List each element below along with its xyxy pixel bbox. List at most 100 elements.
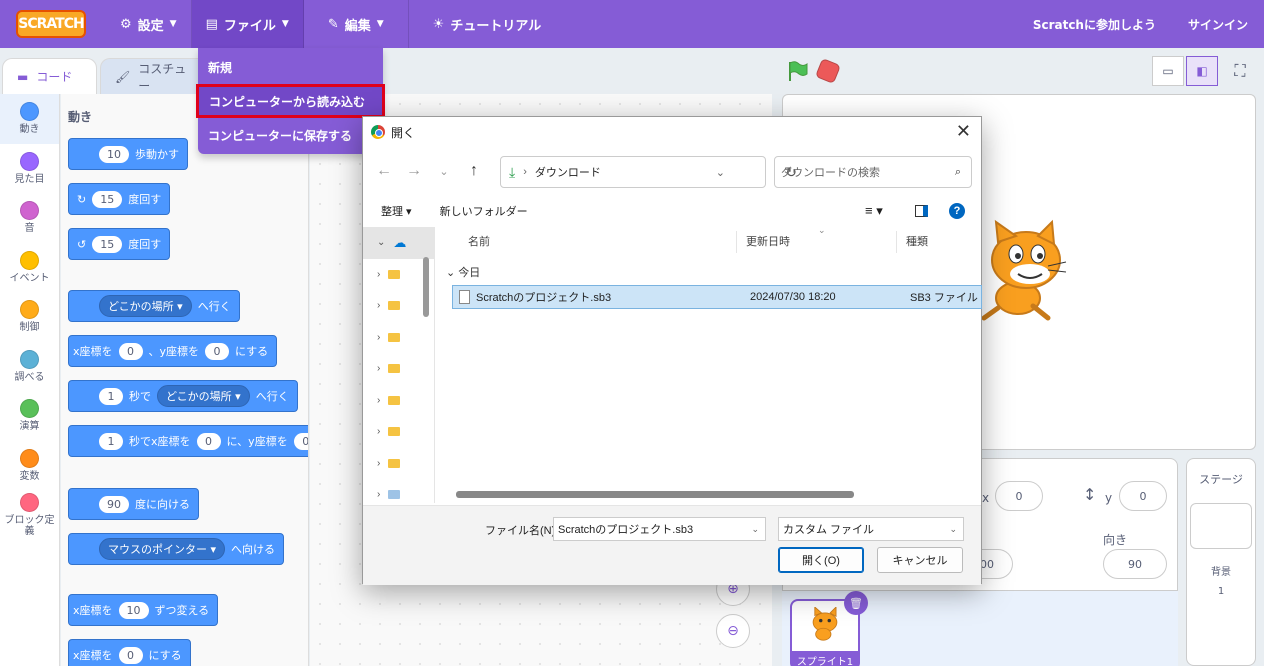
tree-item[interactable]: › bbox=[363, 385, 434, 417]
category-sound[interactable]: 音 bbox=[0, 193, 59, 243]
filename-input[interactable]: Scratchのプロジェクト.sb3 ⌄ bbox=[553, 517, 766, 541]
chevron-down-icon[interactable]: ⌄ bbox=[429, 165, 459, 178]
new-folder-button[interactable]: 新しいフォルダー bbox=[440, 203, 528, 219]
block-input[interactable]: 90 bbox=[99, 495, 129, 513]
block-input[interactable]: 15 bbox=[92, 190, 123, 208]
category-dot bbox=[20, 492, 39, 512]
block-input[interactable]: 10 bbox=[118, 601, 149, 619]
cat-sprite-icon[interactable] bbox=[978, 218, 1068, 323]
block-go-to[interactable]: どこかの場所 ▾ へ行く bbox=[68, 290, 240, 322]
block-input[interactable]: 0 bbox=[196, 432, 221, 450]
block-point-towards[interactable]: マウスのポインター ▾ へ向ける bbox=[68, 533, 285, 565]
direction-input[interactable]: 90 bbox=[1103, 549, 1167, 579]
brush-icon: 🖌 bbox=[115, 69, 131, 84]
signin-link[interactable]: サインイン bbox=[1172, 16, 1264, 33]
open-button[interactable]: 開く(O) bbox=[778, 547, 864, 573]
cancel-button[interactable]: キャンセル bbox=[877, 547, 963, 573]
address-bar[interactable]: ⤓ › ダウンロード ⌄ ↻ bbox=[500, 156, 797, 188]
join-scratch-link[interactable]: Scratchに参加しよう bbox=[1017, 16, 1172, 33]
stage-thumbnail[interactable] bbox=[1190, 503, 1252, 549]
horizontal-scrollbar[interactable] bbox=[456, 491, 854, 498]
category-variables[interactable]: 変数 bbox=[0, 441, 59, 491]
block-dropdown[interactable]: どこかの場所 ▾ bbox=[99, 295, 192, 317]
tree-item[interactable]: › bbox=[363, 353, 434, 385]
settings-menu[interactable]: ⚙ 設定 ▼ bbox=[106, 0, 192, 48]
green-flag-icon[interactable] bbox=[786, 60, 808, 82]
column-name[interactable]: 名前 bbox=[468, 233, 490, 251]
stage-selector[interactable]: ステージ 背景 1 bbox=[1186, 458, 1256, 666]
block-point-direction[interactable]: 90 度に向ける bbox=[68, 488, 199, 520]
block-input[interactable]: 0 bbox=[293, 432, 308, 450]
tab-code[interactable]: ▬ コード bbox=[2, 58, 97, 94]
up-arrow-icon[interactable]: ↑ bbox=[459, 162, 489, 180]
file-type: SB3 ファイル bbox=[910, 292, 978, 304]
trash-icon[interactable]: 🗑 bbox=[844, 591, 868, 615]
tree-item-onedrive[interactable]: ⌄ ☁ bbox=[363, 227, 434, 259]
category-events[interactable]: イベント bbox=[0, 243, 59, 293]
filetype-select[interactable]: カスタム ファイル ⌄ bbox=[778, 517, 964, 541]
tree-item[interactable]: › bbox=[363, 416, 434, 448]
category-sensing[interactable]: 調べる bbox=[0, 342, 59, 392]
block-glide-to[interactable]: 1 秒で どこかの場所 ▾ へ行く bbox=[68, 380, 298, 412]
forward-arrow-icon[interactable]: → bbox=[399, 162, 429, 180]
fullscreen-icon[interactable]: ⛶ bbox=[1224, 56, 1256, 86]
close-icon[interactable]: ✕ bbox=[956, 121, 971, 142]
edit-menu[interactable]: ✎ 編集 ▼ bbox=[304, 0, 409, 48]
block-text: へ行く bbox=[255, 390, 289, 403]
stop-icon[interactable] bbox=[814, 57, 842, 85]
block-turn-right[interactable]: ↻ 15 度回す bbox=[68, 183, 171, 215]
zoom-out-icon[interactable]: ⊖ bbox=[716, 614, 750, 648]
block-go-to-xy[interactable]: x座標を 0 、y座標を 0 にする bbox=[68, 335, 278, 367]
menu-new[interactable]: 新規 bbox=[198, 50, 383, 84]
tree-scrollbar[interactable] bbox=[423, 257, 429, 317]
normal-stage-icon[interactable]: ◧ bbox=[1186, 56, 1218, 86]
search-input[interactable]: ダウンロードの検索 ⌕ bbox=[774, 156, 972, 188]
block-input[interactable]: 15 bbox=[92, 235, 123, 253]
chevron-down-icon[interactable]: ⌄ bbox=[716, 166, 725, 179]
menu-load-from-computer[interactable]: コンピューターから読み込む bbox=[196, 84, 385, 118]
menu-save-to-computer[interactable]: コンピューターに保存する bbox=[198, 118, 383, 152]
block-dropdown[interactable]: どこかの場所 ▾ bbox=[157, 385, 250, 407]
x-input[interactable]: 0 bbox=[995, 481, 1043, 511]
back-arrow-icon[interactable]: ← bbox=[369, 162, 399, 180]
column-date[interactable]: 更新日時 bbox=[746, 233, 790, 251]
block-input[interactable]: 1 bbox=[99, 432, 123, 450]
block-turn-left[interactable]: ↺ 15 度回す bbox=[68, 228, 171, 260]
category-operators[interactable]: 演算 bbox=[0, 391, 59, 441]
block-set-x[interactable]: x座標を 0 にする bbox=[68, 639, 191, 666]
file-menu[interactable]: ▤ ファイル ▼ bbox=[191, 0, 304, 48]
y-input[interactable]: 0 bbox=[1119, 481, 1167, 511]
block-input[interactable]: 0 bbox=[118, 342, 143, 360]
small-stage-icon[interactable]: ▭ bbox=[1152, 56, 1184, 86]
tree-item[interactable]: › bbox=[363, 322, 434, 354]
block-input[interactable]: 1 bbox=[99, 387, 123, 405]
block-glide-to-xy[interactable]: 1 秒でx座標を 0 に、y座標を 0 bbox=[68, 425, 308, 457]
category-looks[interactable]: 見た目 bbox=[0, 144, 59, 194]
view-menu-icon[interactable]: ≡ ▾ bbox=[865, 203, 883, 219]
sprite-thumbnail[interactable]: スプライト1 🗑 bbox=[790, 591, 868, 666]
column-type[interactable]: 種類 bbox=[906, 233, 928, 251]
sprite-name: スプライト1 bbox=[790, 651, 860, 666]
organize-button[interactable]: 整理 ▾ bbox=[381, 203, 412, 219]
group-header[interactable]: ⌄ 今日 bbox=[446, 264, 480, 280]
backdrop-label: 背景 bbox=[1211, 567, 1231, 578]
block-move-steps[interactable]: 10 歩動かす bbox=[68, 138, 188, 170]
category-my-blocks[interactable]: ブロック定義 bbox=[0, 490, 59, 540]
tree-item[interactable]: › bbox=[363, 448, 434, 480]
tutorial-button[interactable]: ☀ チュートリアル bbox=[409, 0, 556, 48]
file-row[interactable]: Scratchのプロジェクト.sb3 2024/07/30 18:20 SB3 … bbox=[452, 285, 982, 309]
scratch-logo[interactable]: SCRATCH bbox=[16, 10, 86, 38]
tab-costume-label: コスチュー bbox=[138, 61, 187, 93]
help-icon[interactable]: ? bbox=[949, 203, 965, 219]
category-control[interactable]: 制御 bbox=[0, 292, 59, 342]
chevron-down-icon[interactable]: ⌄ bbox=[751, 524, 759, 535]
block-input[interactable]: 0 bbox=[118, 646, 143, 664]
block-change-x[interactable]: x座標を 10 ずつ変える bbox=[68, 594, 219, 626]
block-input[interactable]: 0 bbox=[205, 342, 230, 360]
tab-costume[interactable]: 🖌 コスチュー bbox=[100, 58, 210, 94]
block-input[interactable]: 10 bbox=[99, 145, 129, 163]
block-text: x座標を bbox=[73, 345, 113, 358]
preview-pane-icon[interactable] bbox=[915, 205, 928, 217]
category-motion[interactable]: 動き bbox=[0, 94, 59, 144]
block-dropdown[interactable]: マウスのポインター ▾ bbox=[99, 538, 226, 560]
